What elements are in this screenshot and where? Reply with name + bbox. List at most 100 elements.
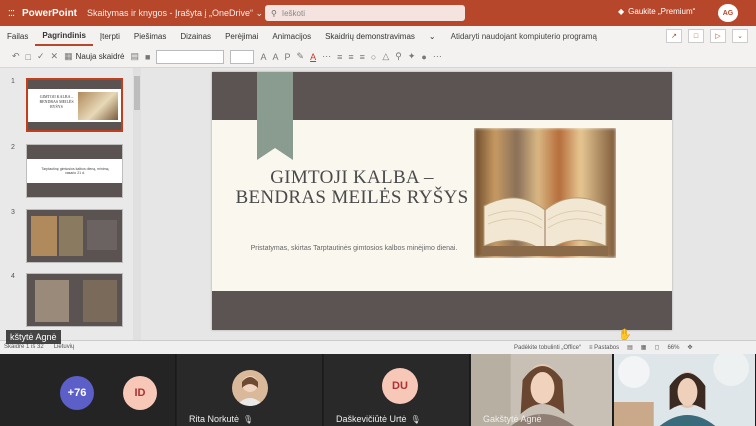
find-icon[interactable]: ⚲ xyxy=(395,51,402,62)
slide-subtitle[interactable]: Pristatymas, skirtas Tarptautinės gimtos… xyxy=(240,244,468,253)
undo-icon[interactable]: ↶ xyxy=(12,51,20,62)
slide-counter: Skaidrė 1 iš 32 xyxy=(4,344,44,350)
participant-tile[interactable]: +76 ID xyxy=(0,354,176,426)
tab-file[interactable]: Failas xyxy=(0,26,35,46)
bookmark-ribbon-shape xyxy=(257,72,293,160)
participant-avatar: ID xyxy=(123,376,157,410)
slide-bottom-band xyxy=(212,291,672,330)
participant-tile[interactable]: DU Daškevičiūtė Urtė 🎙︎ xyxy=(324,354,470,426)
shapes-icon[interactable]: ○ xyxy=(371,52,376,62)
feedback-link[interactable]: Padėkite tobulinti „Office“ xyxy=(514,345,581,351)
highlight-icon[interactable]: ✎ xyxy=(297,51,305,62)
participant-tile[interactable]: Rita Norkutė 🎙︎ xyxy=(177,354,323,426)
dictate-icon[interactable]: ● xyxy=(421,52,426,62)
tab-animations[interactable]: Animacijos xyxy=(265,26,318,46)
tabs-more[interactable]: ⌄ xyxy=(422,26,443,46)
tab-slideshow[interactable]: Skaidrių demonstravimas xyxy=(318,26,422,46)
document-title[interactable]: Skaitymas ir knygos - Įrašyta į „OneDriv… xyxy=(87,8,263,19)
present-icon[interactable]: ▷ xyxy=(710,29,726,43)
more-participants-badge[interactable]: +76 xyxy=(60,376,94,410)
shrink-font-icon[interactable]: A xyxy=(272,52,278,62)
status-bar: Skaidrė 1 iš 32 Lietuvių Padėkite tobuli… xyxy=(0,340,756,354)
collapse-icon[interactable]: ⌄ xyxy=(732,29,748,43)
font-name-box[interactable] xyxy=(156,49,225,64)
picture-icon[interactable]: ■ xyxy=(145,52,150,62)
screen: ::: PowerPoint Skaitymas ir knygos - Įra… xyxy=(0,0,756,426)
cut-icon[interactable]: ✕ xyxy=(51,51,59,62)
fit-slide-icon[interactable]: ✥ xyxy=(687,344,692,351)
slide-thumbnail-pane: 1 GIMTOJI KALBA – BENDRAS MEILĖS RYŠYS 2… xyxy=(0,68,141,340)
premium-label: Gaukite „Premium“ xyxy=(628,7,696,16)
status-right: Padėkite tobulinti „Office“ ≡ Pastabos ▤… xyxy=(514,344,693,352)
participant-strip: +76 ID Rita Norkutė 🎙︎ DU Daškevičiūtė U… xyxy=(0,354,756,426)
open-book-photo[interactable] xyxy=(474,128,616,258)
premium-link[interactable]: ◆ Gaukite „Premium“ xyxy=(618,7,695,16)
notes-toggle[interactable]: ≡ Pastabos xyxy=(589,345,619,351)
thumbnail-portrait xyxy=(83,280,117,322)
ribbon-tabs: Failas Pagrindinis Įterpti Piešimas Diza… xyxy=(0,26,756,46)
app-launcher-icon[interactable]: ::: xyxy=(0,7,22,19)
thumbnail-image xyxy=(31,216,57,256)
workspace: 1 GIMTOJI KALBA – BENDRAS MEILĖS RYŠYS 2… xyxy=(0,68,756,340)
thumbnail-number: 1 xyxy=(11,78,15,85)
bullets-icon[interactable]: ≡ xyxy=(337,52,342,62)
participant-name-row: Gakštytė Agnė xyxy=(483,414,542,424)
app-name[interactable]: PowerPoint xyxy=(22,8,77,19)
participant-video-tile[interactable]: Gakštytė Agnė xyxy=(471,354,613,426)
more-icon[interactable]: ⋯ xyxy=(322,51,331,62)
status-left: Skaidrė 1 iš 32 Lietuvių xyxy=(4,344,74,350)
search-box[interactable]: ⚲ Ieškoti xyxy=(265,5,465,21)
share-icon[interactable]: ↗ xyxy=(666,29,682,43)
designer-icon[interactable]: ✦ xyxy=(408,51,416,62)
normal-view-icon[interactable]: ▤ xyxy=(627,344,633,351)
align-icon[interactable]: ≡ xyxy=(360,52,365,62)
language-indicator[interactable]: Lietuvių xyxy=(54,344,75,350)
participant-video xyxy=(614,354,755,426)
open-in-desktop-link[interactable]: Atidaryti naudojant kompiuterio programą xyxy=(451,32,597,41)
pointer-hand-icon: ✋ xyxy=(618,329,632,341)
new-slide-button[interactable]: ▦ Nauja skaidrė xyxy=(64,51,124,62)
slide-thumbnail-4[interactable] xyxy=(26,273,123,327)
layout-icon[interactable]: ▤ xyxy=(131,51,140,62)
slide-thumbnail-3[interactable] xyxy=(26,209,123,263)
participant-name: Rita Norkutė xyxy=(189,414,240,424)
participant-avatar: DU xyxy=(382,368,418,404)
new-slide-label: Nauja skaidrė xyxy=(75,52,125,61)
tab-transitions[interactable]: Perėjimai xyxy=(218,26,265,46)
participant-video-tile[interactable] xyxy=(614,354,756,426)
format-painter-icon[interactable]: ✓ xyxy=(37,51,45,62)
tab-design[interactable]: Dizainas xyxy=(173,26,218,46)
tab-home[interactable]: Pagrindinis xyxy=(35,26,93,46)
thumbnail-band xyxy=(28,80,121,89)
comments-icon[interactable]: □ xyxy=(688,29,704,43)
user-avatar[interactable]: AG xyxy=(718,4,738,22)
ribbon-toolbar: ↶ □ ✓ ✕ ▦ Nauja skaidrė ▤ ■ A A P ✎ A ⋯ … xyxy=(0,46,756,68)
numbering-icon[interactable]: ≡ xyxy=(348,52,353,62)
scrollbar-thumb[interactable] xyxy=(134,76,140,110)
thumbnail-band xyxy=(27,145,122,159)
thumbnail-text-block xyxy=(87,220,117,250)
participant-photo-avatar xyxy=(232,370,268,406)
grow-font-icon[interactable]: A xyxy=(260,52,266,62)
font-color-icon[interactable]: A xyxy=(310,52,316,62)
slide-thumbnail-2[interactable]: Tarptautinę gimtosios kalbos dieną, mini… xyxy=(26,144,123,198)
person-icon xyxy=(236,376,264,406)
thumbnail-band xyxy=(28,122,121,130)
font-size-box[interactable] xyxy=(230,49,255,64)
slide-thumbnail-1[interactable]: GIMTOJI KALBA – BENDRAS MEILĖS RYŠYS xyxy=(26,78,123,132)
reading-view-icon[interactable]: ◻ xyxy=(654,344,659,351)
zoom-level[interactable]: 66% xyxy=(667,345,679,351)
thumbnail-scrollbar[interactable] xyxy=(133,68,141,340)
participant-name-row: Rita Norkutė 🎙︎ xyxy=(189,414,253,424)
slide-title[interactable]: GIMTOJI KALBA – BENDRAS MEILĖS RYŠYS xyxy=(232,168,472,208)
thumbnail-text: Tarptautinę gimtosios kalbos dieną, mini… xyxy=(41,167,109,175)
ribbon-right-tools: ↗ □ ▷ ⌄ xyxy=(666,29,748,43)
sorter-view-icon[interactable]: ▦ xyxy=(641,344,647,351)
slide-canvas[interactable]: GIMTOJI KALBA – BENDRAS MEILĖS RYŠYS Pri… xyxy=(212,72,672,330)
tab-draw[interactable]: Piešimas xyxy=(127,26,173,46)
fill-icon[interactable]: △ xyxy=(382,51,389,62)
paste-icon[interactable]: □ xyxy=(26,52,31,62)
clear-format-icon[interactable]: P xyxy=(285,52,291,62)
tab-insert[interactable]: Įterpti xyxy=(93,26,127,46)
toolbar-more-icon[interactable]: ⋯ xyxy=(433,51,442,62)
